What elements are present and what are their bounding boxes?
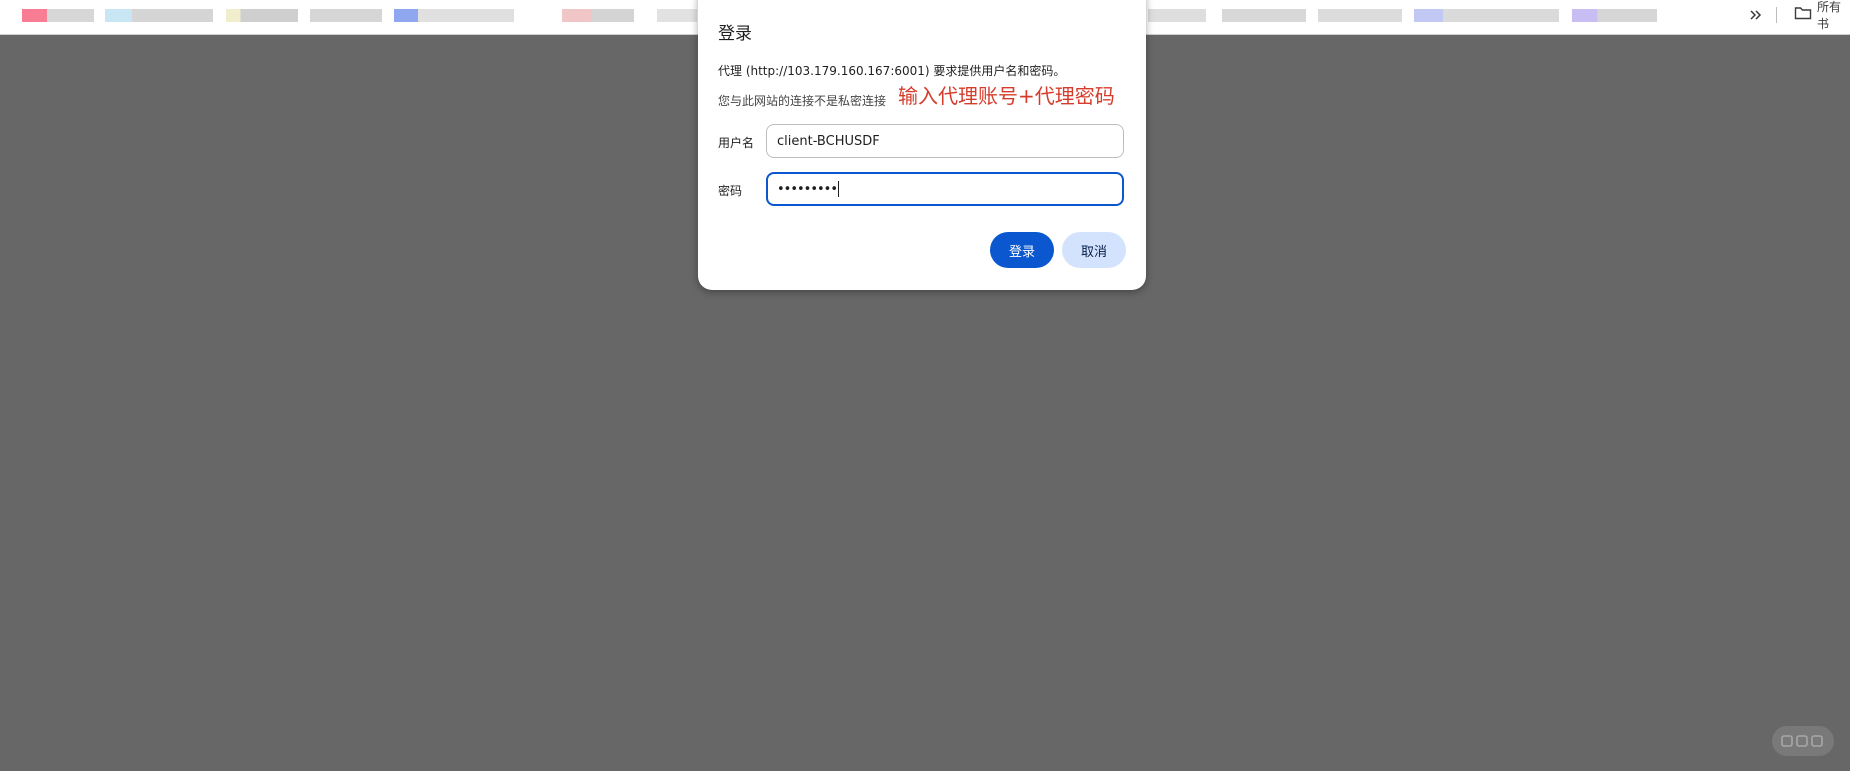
password-input[interactable]: ••••••••• xyxy=(766,172,1124,206)
text-cursor xyxy=(838,181,840,197)
all-bookmarks-folder[interactable]: 所有书 xyxy=(1794,0,1850,31)
bookmark-item[interactable] xyxy=(22,9,94,22)
cancel-button[interactable]: 取消 xyxy=(1062,232,1126,268)
username-input[interactable]: client-BCHUSDF xyxy=(766,124,1124,158)
bookmark-item[interactable] xyxy=(394,9,514,22)
folder-label: 所有书 xyxy=(1817,0,1842,31)
bookmark-item[interactable] xyxy=(1318,9,1402,22)
password-label: 密码 xyxy=(718,184,743,198)
login-button[interactable]: 登录 xyxy=(990,232,1054,268)
bookmark-item[interactable] xyxy=(226,9,298,22)
bookmark-item[interactable] xyxy=(310,9,382,22)
proxy-message: 代理 (http://103.179.160.167:6001) 要求提供用户名… xyxy=(718,64,1066,78)
bookmark-item[interactable] xyxy=(657,9,697,22)
annotation-text: 输入代理账号+代理密码 xyxy=(898,84,1115,108)
bookmarks-overflow-icon[interactable] xyxy=(1748,0,1764,30)
username-value: client-BCHUSDF xyxy=(777,133,880,149)
dialog-title: 登录 xyxy=(718,24,752,44)
proxy-auth-dialog: 登录 代理 (http://103.179.160.167:6001) 要求提供… xyxy=(698,0,1146,290)
folder-icon xyxy=(1794,5,1812,25)
bookmark-item[interactable] xyxy=(1414,9,1559,22)
bookmark-item[interactable] xyxy=(1222,9,1306,22)
password-value: ••••••••• xyxy=(777,181,838,197)
connection-not-private-notice: 您与此网站的连接不是私密连接 xyxy=(718,94,887,108)
username-label: 用户名 xyxy=(718,136,755,150)
bookmark-item[interactable] xyxy=(562,9,634,22)
bookmark-item[interactable] xyxy=(1148,9,1206,22)
bookmark-item[interactable] xyxy=(105,9,213,22)
separator xyxy=(1776,0,1777,30)
bookmark-item[interactable] xyxy=(1572,9,1657,22)
watermark-logo xyxy=(1772,726,1834,756)
